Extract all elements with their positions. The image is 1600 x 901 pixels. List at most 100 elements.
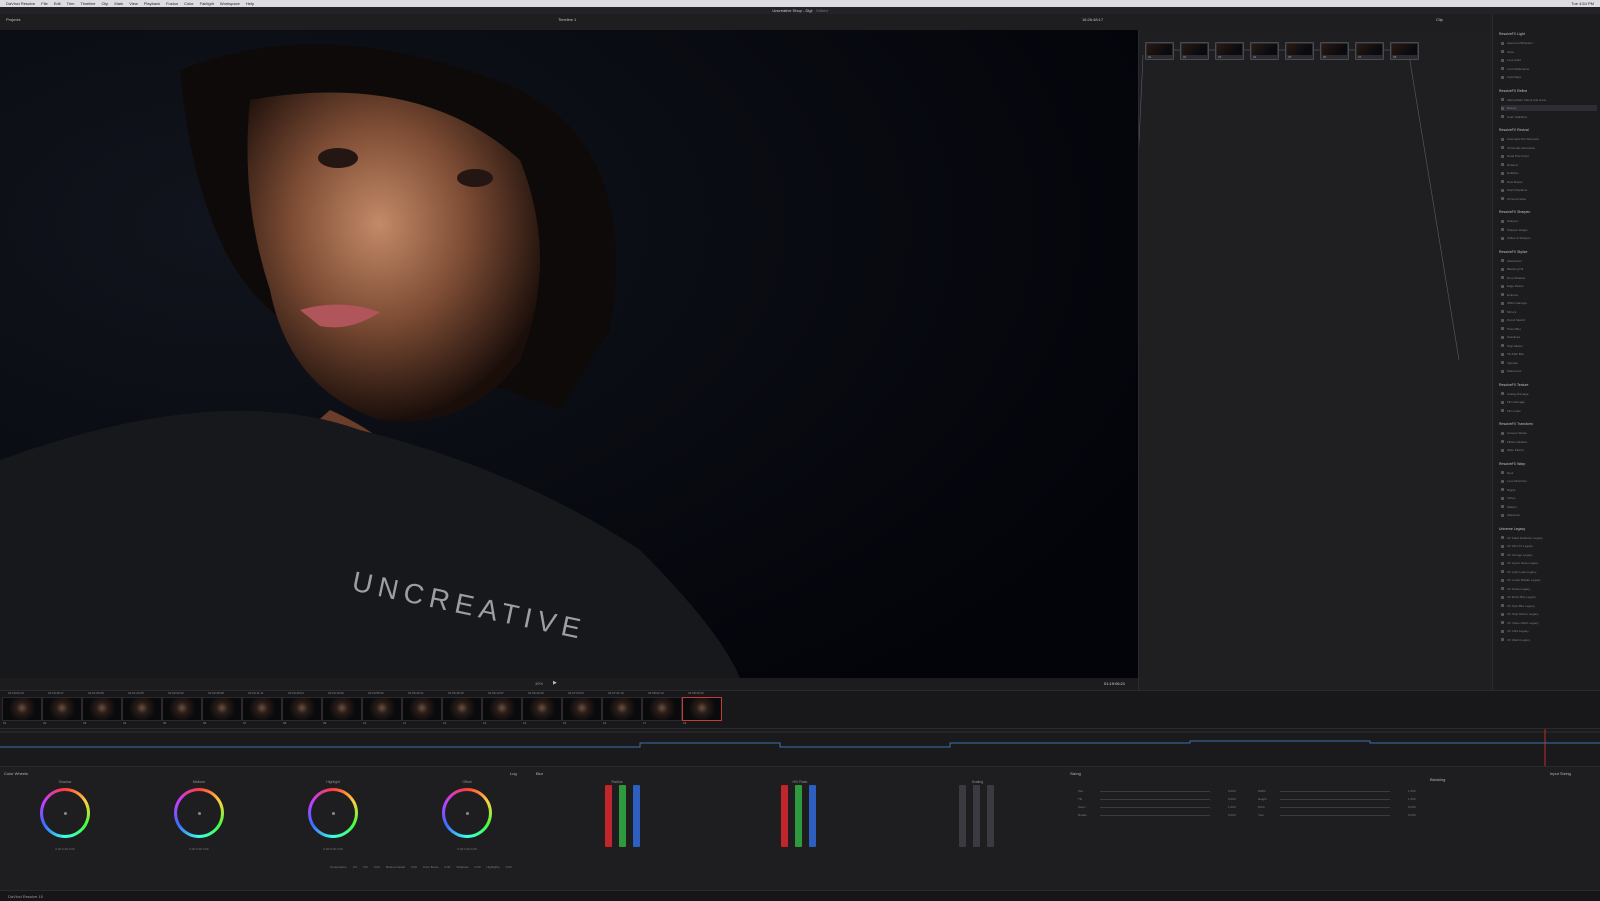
offset-wheel[interactable] [442,788,492,838]
menu-item-workspace[interactable]: Workspace [220,1,240,6]
library-item[interactable]: Film Grain [1501,408,1521,414]
tint-value[interactable]: 0.00 [374,865,380,869]
clip-thumbnail[interactable] [282,697,322,721]
library-item[interactable]: Film Damage [1501,399,1525,405]
sizing-value-tilt[interactable]: 0.000 [1228,797,1236,801]
library-item[interactable]: Light Rays [1501,74,1521,80]
library-item[interactable]: Stop Motion [1501,343,1523,349]
scaling-red-slider[interactable] [959,785,966,847]
library-item[interactable]: JPEG Damage [1501,300,1527,306]
library-item[interactable]: UV Flash Reflector Legacy [1501,535,1543,541]
shadows-value[interactable]: 0.00 [475,865,481,869]
sizing-slider-tilt[interactable] [1100,799,1210,800]
library-item[interactable]: Warp Effects [1501,447,1524,453]
node-02[interactable]: 02 [1180,42,1209,60]
library-item[interactable]: Abstraction [1501,258,1522,264]
library-item[interactable]: UV Hyper Glow Legacy [1501,560,1538,566]
menu-item-file[interactable]: File [41,1,47,6]
clips-strip[interactable]: 01:00:00:13 01 01:00:48:17 02 01:01:05:08 03 0… [0,690,1600,729]
hv-blue-slider[interactable] [809,785,816,847]
sizing-slider-height[interactable] [1280,799,1390,800]
library-item[interactable]: Lens Flare [1501,57,1521,63]
clip-thumbnail[interactable] [682,697,722,721]
sizing-slider-pan[interactable] [1100,791,1210,792]
radius-blue-slider[interactable] [633,785,640,847]
library-item[interactable]: Deband [1501,162,1518,168]
menu-item-trim[interactable]: Trim [67,1,75,6]
library-item[interactable]: Dust Buster [1501,179,1523,185]
temperature-value[interactable]: 0.0 [353,865,357,869]
menu-item-davinci-resolve[interactable]: DaVinci Resolve [6,1,35,6]
timeline-selector[interactable]: Timeline 1 [558,17,576,22]
sizing-value-width[interactable]: 1.000 [1408,789,1416,793]
menu-item-view[interactable]: View [129,1,138,6]
library-item[interactable]: Watercolor [1501,368,1521,374]
library-item[interactable]: Pencil Sketch [1501,317,1525,323]
library-item[interactable]: Sharpen Edges [1501,227,1528,233]
scaling-blue-slider[interactable] [987,785,994,847]
library-item[interactable]: Automatic Dirt Removal [1501,136,1539,142]
library-item[interactable]: Patch Replacer [1501,187,1528,193]
play-button[interactable]: ▶ [553,680,557,686]
sizing-slider-yaw[interactable] [1280,815,1390,816]
node-04[interactable]: 04 [1250,42,1279,60]
library-item[interactable]: Beauty [1501,105,1597,111]
clip-thumbnail[interactable] [602,697,642,721]
library-item[interactable]: Dead Pixel Fixer [1501,153,1529,159]
library-item[interactable]: Mirrors [1501,309,1516,315]
radius-red-slider[interactable] [605,785,612,847]
library-item[interactable]: Camera Shake [1501,430,1527,436]
library-item[interactable]: Scanlines [1501,334,1520,340]
library-item[interactable]: Tilt-Shift Blur [1501,351,1524,357]
library-item[interactable]: Color Stabilizer [1501,114,1527,120]
highlights-value[interactable]: 0.00 [506,865,512,869]
library-item[interactable]: UV Grunge Legacy [1501,552,1533,558]
menu-item-fairlight[interactable]: Fairlight [200,1,214,6]
library-item[interactable]: Deflicker [1501,170,1519,176]
clip-thumbnail[interactable] [362,697,402,721]
sizing-value-height[interactable]: 1.000 [1408,797,1416,801]
menu-item-fusion[interactable]: Fusion [166,1,178,6]
library-item[interactable]: Soften & Sharpen [1501,235,1531,241]
sizing-value-pan[interactable]: 0.000 [1228,789,1236,793]
sizing-slider-rotate[interactable] [1100,815,1210,816]
library-item[interactable]: UV Wash Legacy [1501,637,1530,643]
library-item[interactable]: Lens Reflections [1501,66,1529,72]
clip-thumbnail[interactable] [82,697,122,721]
clip-thumbnail[interactable] [122,697,162,721]
clip-thumbnail[interactable] [2,697,42,721]
clip-mode-select[interactable]: Clip [1436,17,1443,22]
shadow-wheel[interactable] [40,788,90,838]
library-item[interactable]: Dent [1501,470,1513,476]
library-item[interactable]: Ripple [1501,487,1516,493]
clip-thumbnail[interactable] [242,697,282,721]
viewer[interactable]: UNCREATIVE [0,30,1138,678]
node-07[interactable]: 07 [1355,42,1384,60]
library-item[interactable]: Emboss [1501,292,1518,298]
library-item[interactable]: Blanking Fill [1501,266,1523,272]
clip-thumbnail[interactable] [442,697,482,721]
menu-item-help[interactable]: Help [246,1,254,6]
menu-item-color[interactable]: Color [184,1,194,6]
library-item[interactable]: Edge Detect [1501,283,1524,289]
library-item[interactable]: Analog Damage [1501,391,1529,397]
openfx-library-panel[interactable]: ResolveFX Light Aperture Diffraction Glow L… [1492,14,1600,690]
library-item[interactable]: UV Video Glitch Legacy [1501,620,1539,626]
library-item[interactable]: Waviness [1501,512,1520,518]
node-06[interactable]: 06 [1320,42,1349,60]
library-item[interactable]: UV Film FX Legacy [1501,543,1533,549]
library-item[interactable]: Lens Distortion [1501,478,1527,484]
wheel-mode-select[interactable]: Log [510,771,517,776]
menu-item-mark[interactable]: Mark [114,1,123,6]
sizing-slider-zoom[interactable] [1100,807,1210,808]
library-item[interactable]: UV Retro Blur Legacy [1501,594,1536,600]
library-item[interactable]: Drop Shadow [1501,275,1525,281]
menu-item-timeline[interactable]: Timeline [81,1,96,6]
midtone-wheel[interactable] [174,788,224,838]
sizing-slider-pitch[interactable] [1280,807,1390,808]
sizing-mode-select[interactable]: Input Sizing [1550,771,1571,776]
library-item[interactable]: UV Stop Motion Legacy [1501,611,1539,617]
library-item[interactable]: Sharpen [1501,218,1518,224]
library-item[interactable]: UV Light Leak Legacy [1501,569,1536,575]
node-01[interactable]: 01 [1145,42,1174,60]
